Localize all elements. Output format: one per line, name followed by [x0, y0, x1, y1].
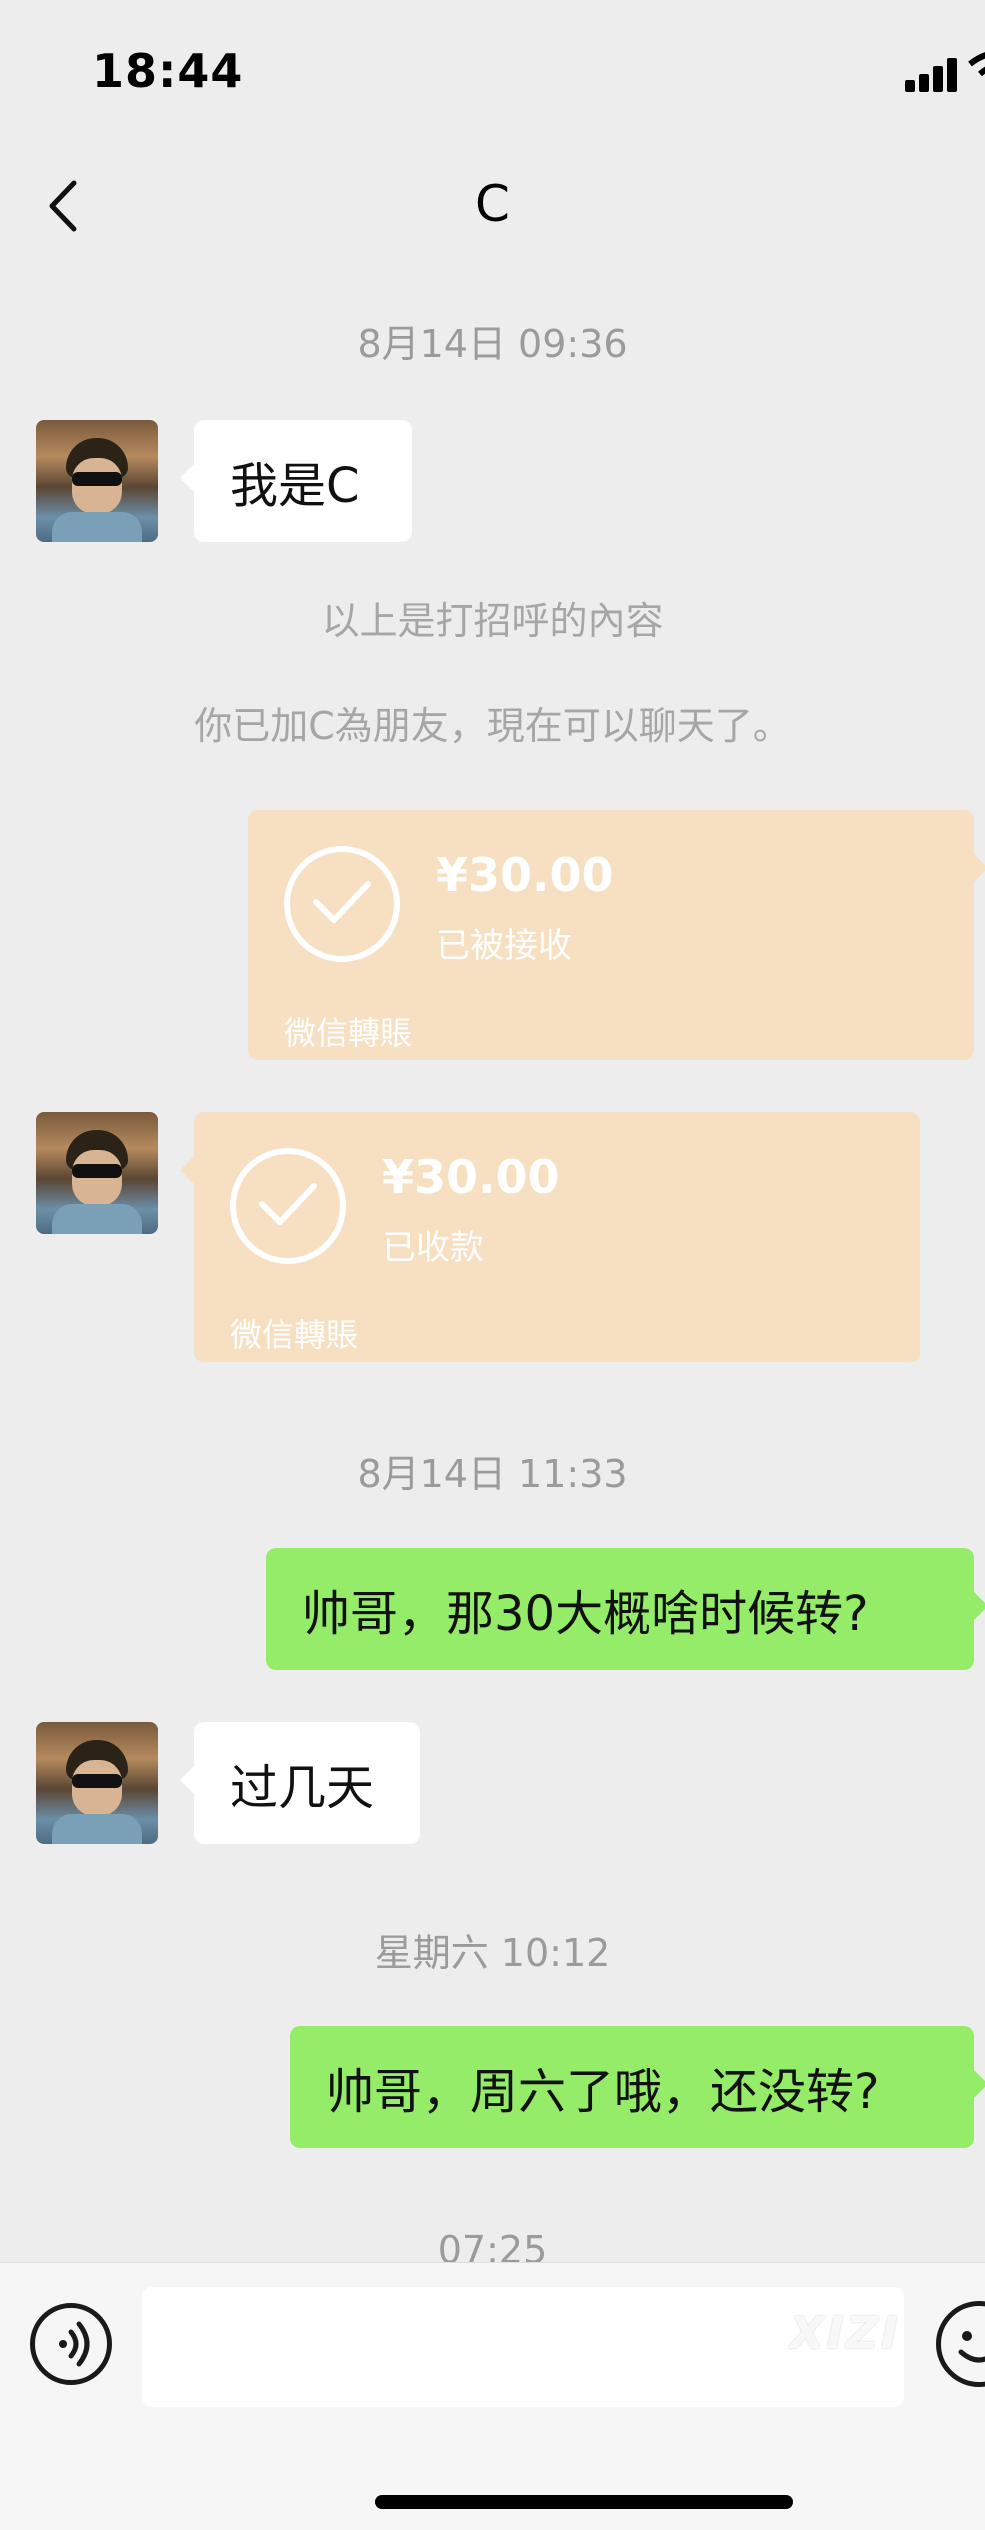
- transfer-amount: ¥30.00: [382, 1150, 560, 1204]
- status-bar: 18:44: [0, 0, 985, 140]
- signal-icon: [905, 56, 961, 92]
- chat-screen: 18:44 C 8月14日 09:36 我是C 以上是打招呼的內容 你已加C為朋: [0, 0, 985, 2530]
- voice-icon[interactable]: [30, 2303, 112, 2385]
- transfer-brand: 微信轉賬: [230, 1316, 359, 1354]
- timestamp: 8月14日 11:33: [357, 1452, 628, 1496]
- status-time: 18:44: [92, 44, 244, 98]
- received-message[interactable]: 我是C: [180, 420, 412, 542]
- system-message-greeting: 以上是打招呼的內容: [321, 599, 664, 643]
- avatar[interactable]: [36, 1112, 158, 1234]
- transfer-status: 已收款: [382, 1228, 484, 1268]
- timestamp: 8月14日 09:36: [357, 322, 628, 366]
- avatar[interactable]: [36, 1722, 158, 1844]
- transfer-card-received[interactable]: ¥30.00 已收款 微信轉賬: [180, 1112, 920, 1362]
- avatar[interactable]: [36, 420, 158, 542]
- transfer-card-sent[interactable]: ¥30.00 已被接收 微信轉賬: [248, 810, 985, 1060]
- message-text: 帅哥，周六了哦，还没转?: [326, 2064, 880, 2120]
- transfer-brand: 微信轉賬: [284, 1014, 413, 1052]
- watermark: XIZI: [790, 2308, 901, 2359]
- system-message-friend-added: 你已加C為朋友，現在可以聊天了。: [194, 704, 791, 748]
- transfer-status: 已被接收: [436, 926, 572, 966]
- check-icon: [284, 846, 400, 962]
- chat-title: C: [475, 175, 510, 233]
- sent-message[interactable]: 帅哥，周六了哦，还没转?: [290, 2026, 985, 2148]
- timestamp: 星期六 10:12: [374, 1931, 611, 1975]
- wifi-icon: [968, 50, 985, 90]
- transfer-amount: ¥30.00: [436, 848, 614, 902]
- message-text: 我是C: [230, 458, 360, 514]
- home-indicator[interactable]: [375, 2495, 793, 2509]
- emoji-icon[interactable]: [936, 2301, 985, 2387]
- sent-message[interactable]: 帅哥，那30大概啥时候转?: [266, 1548, 985, 1670]
- message-text: 帅哥，那30大概啥时候转?: [302, 1586, 869, 1642]
- message-text: 过几天: [230, 1760, 375, 1816]
- received-message[interactable]: 过几天: [180, 1722, 420, 1844]
- input-bar: XIZI: [0, 2262, 985, 2530]
- check-icon: [230, 1148, 346, 1264]
